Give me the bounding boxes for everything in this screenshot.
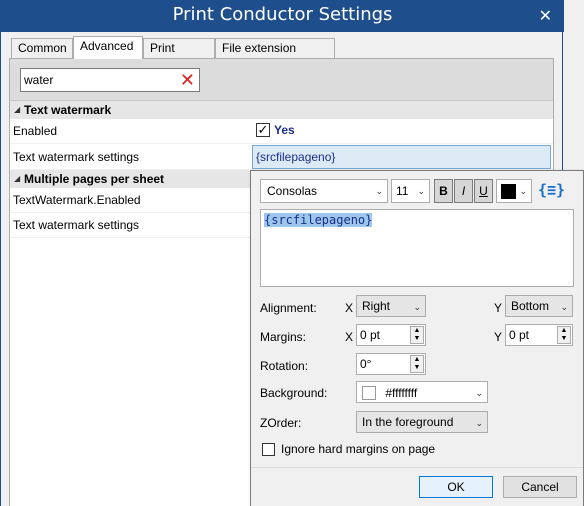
font-size-select[interactable]: 11 ⌄ bbox=[391, 179, 430, 203]
prop-name: Enabled bbox=[13, 124, 58, 138]
ignore-margins-checkbox[interactable] bbox=[262, 443, 275, 456]
bold-button[interactable]: B bbox=[434, 179, 453, 203]
prop-name: Text watermark settings bbox=[13, 150, 140, 164]
checkmark-icon[interactable]: ✓ bbox=[256, 123, 270, 137]
collapse-triangle-icon[interactable]: ◢ bbox=[14, 170, 20, 188]
margin-x-input[interactable]: 0 pt ▲ ▼ bbox=[356, 324, 426, 346]
rotation-value: 0° bbox=[360, 357, 372, 371]
margin-x-value: 0 pt bbox=[360, 328, 381, 342]
margin-y-value: 0 pt bbox=[509, 328, 530, 342]
clear-icon[interactable]: ✕ bbox=[180, 70, 195, 90]
font-family-value: Consolas bbox=[267, 184, 318, 198]
prop-row-enabled[interactable]: Enabled ✓ Yes bbox=[10, 119, 553, 144]
alignment-y-value: Bottom bbox=[511, 299, 550, 313]
underline-button[interactable]: U bbox=[474, 179, 493, 203]
zorder-value: In the foreground bbox=[362, 415, 454, 429]
watermark-settings-value[interactable]: {srcfilepageno} bbox=[252, 145, 551, 169]
tab-advanced[interactable]: Advanced bbox=[73, 36, 143, 59]
prop-name: TextWatermark.Enabled bbox=[13, 193, 141, 207]
alignment-x-value: Right bbox=[362, 299, 391, 313]
rotation-label: Rotation: bbox=[260, 359, 309, 373]
title-bar[interactable]: Print Conductor Settings ✕ bbox=[1, 0, 564, 32]
ok-button[interactable]: OK bbox=[419, 476, 493, 498]
dialog-button-bar: OK Cancel bbox=[251, 467, 583, 506]
x-label: X bbox=[345, 301, 354, 315]
tab-file-extension-aliases[interactable]: File extension aliases bbox=[215, 38, 335, 73]
background-label: Background: bbox=[260, 386, 328, 400]
watermark-settings-popup: Consolas ⌄ 11 ⌄ B I U ⌄ {≡} {srcfilepage… bbox=[250, 170, 584, 506]
zorder-select[interactable]: In the foreground ⌄ bbox=[356, 411, 488, 433]
search-box: ✕ bbox=[20, 68, 200, 92]
prop-row-watermark-settings[interactable]: Text watermark settings {srcfilepageno} bbox=[10, 145, 553, 170]
chevron-down-icon: ⌄ bbox=[413, 302, 421, 312]
alignment-x-select[interactable]: Right ⌄ bbox=[356, 295, 426, 317]
search-bar: ✕ bbox=[10, 59, 553, 101]
chevron-down-icon: ⌄ bbox=[417, 186, 425, 196]
ignore-margins-label[interactable]: Ignore hard margins on page bbox=[281, 442, 435, 456]
background-swatch bbox=[362, 385, 376, 400]
prop-value[interactable]: {srcfilepageno} bbox=[252, 145, 551, 169]
tab-common[interactable]: Common bbox=[11, 38, 73, 58]
rotation-input[interactable]: 0° ▲ ▼ bbox=[356, 353, 426, 375]
text-color-picker[interactable]: ⌄ bbox=[496, 179, 532, 203]
close-icon[interactable]: ✕ bbox=[539, 6, 552, 26]
spinner-arrows-icon[interactable]: ▲ ▼ bbox=[410, 326, 424, 344]
prop-name: Text watermark settings bbox=[13, 218, 140, 232]
tab-print-engine[interactable]: Print engine bbox=[143, 38, 215, 73]
group-text-watermark[interactable]: ◢ Text watermark bbox=[10, 101, 553, 119]
search-input[interactable] bbox=[21, 69, 171, 91]
y-label: Y bbox=[494, 301, 503, 315]
selected-text: {srcfilepageno} bbox=[264, 213, 373, 227]
spinner-arrows-icon[interactable]: ▲ ▼ bbox=[557, 326, 571, 344]
zorder-label: ZOrder: bbox=[260, 416, 302, 430]
y-label: Y bbox=[494, 330, 503, 344]
group-title: Multiple pages per sheet bbox=[24, 172, 165, 186]
prop-value[interactable]: ✓ Yes bbox=[252, 119, 551, 143]
insert-macro-icon[interactable]: {≡} bbox=[538, 179, 565, 203]
x-label: X bbox=[345, 330, 354, 344]
background-color-select[interactable]: #ffffffff ⌄ bbox=[356, 381, 488, 403]
chevron-down-icon: ⌄ bbox=[475, 388, 483, 398]
font-family-select[interactable]: Consolas ⌄ bbox=[260, 179, 388, 203]
window-title: Print Conductor Settings bbox=[172, 4, 393, 25]
chevron-down-icon: ⌄ bbox=[519, 186, 527, 196]
watermark-text-editor[interactable]: {srcfilepageno} bbox=[260, 209, 574, 287]
italic-button[interactable]: I bbox=[454, 179, 473, 203]
background-value: #ffffffff bbox=[385, 385, 418, 400]
margins-label: Margins: bbox=[260, 330, 307, 344]
font-size-value: 11 bbox=[396, 184, 409, 198]
collapse-triangle-icon[interactable]: ◢ bbox=[14, 101, 20, 119]
chevron-down-icon: ⌄ bbox=[560, 302, 568, 312]
cancel-button[interactable]: Cancel bbox=[503, 476, 577, 498]
color-swatch bbox=[501, 184, 516, 199]
alignment-label: Alignment: bbox=[260, 301, 317, 315]
group-title: Text watermark bbox=[24, 103, 112, 117]
enabled-value: Yes bbox=[274, 123, 295, 137]
margin-y-input[interactable]: 0 pt ▲ ▼ bbox=[505, 324, 573, 346]
chevron-down-icon: ⌄ bbox=[475, 418, 483, 428]
chevron-down-icon: ⌄ bbox=[375, 186, 383, 196]
alignment-y-select[interactable]: Bottom ⌄ bbox=[505, 295, 573, 317]
spinner-arrows-icon[interactable]: ▲ ▼ bbox=[410, 355, 424, 373]
